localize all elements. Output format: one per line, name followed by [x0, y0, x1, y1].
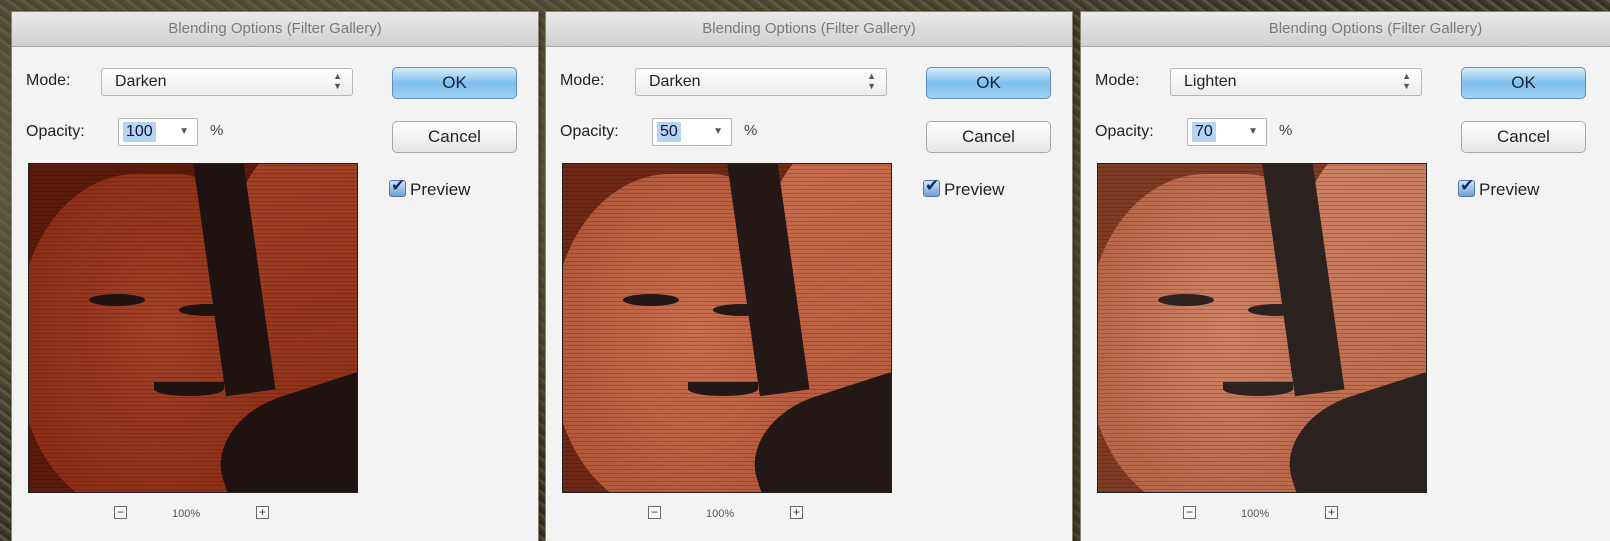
eye: [89, 294, 145, 306]
mode-label: Mode:: [26, 72, 71, 89]
opacity-label: Opacity:: [1095, 123, 1154, 140]
dropdown-arrow-icon[interactable]: ▼: [713, 126, 723, 137]
mouth: [688, 382, 758, 396]
preview-label: Preview: [410, 180, 471, 199]
preview-checkbox[interactable]: Preview: [923, 176, 1005, 200]
mode-select[interactable]: Darken ▲ ▼: [101, 68, 353, 96]
preview-checkbox[interactable]: Preview: [389, 176, 471, 200]
opacity-unit: %: [744, 122, 758, 139]
checkmark-icon: [1458, 176, 1475, 197]
zoom-in-icon[interactable]: +: [790, 506, 803, 519]
dropdown-arrow-icon[interactable]: ▼: [179, 126, 189, 137]
opacity-value: 100: [123, 122, 156, 142]
preview-image: [562, 163, 892, 493]
eye: [1158, 294, 1214, 306]
opacity-label: Opacity:: [26, 123, 85, 140]
mouth: [154, 382, 224, 396]
zoom-in-icon[interactable]: +: [256, 506, 269, 519]
blending-options-dialog-3: Blending Options (Filter Gallery) Mode: …: [1081, 12, 1610, 541]
preview-label: Preview: [1479, 180, 1540, 199]
zoom-out-icon[interactable]: −: [648, 506, 661, 519]
opacity-value: 70: [1192, 122, 1216, 142]
dropdown-arrow-icon[interactable]: ▼: [1248, 126, 1258, 137]
opacity-unit: %: [1279, 122, 1293, 139]
eye: [713, 304, 769, 316]
dialog-title: Blending Options (Filter Gallery): [546, 12, 1072, 47]
opacity-field[interactable]: 100 ▼: [118, 118, 198, 146]
preview-image: [28, 163, 358, 493]
cancel-button[interactable]: Cancel: [1461, 121, 1586, 153]
zoom-level: 100%: [1241, 508, 1270, 520]
mode-value: Darken: [115, 73, 167, 90]
up-down-arrows-icon: ▲ ▼: [867, 71, 876, 91]
preview-image: [1097, 163, 1427, 493]
mode-select[interactable]: Darken ▲ ▼: [635, 68, 887, 96]
preview-checkbox[interactable]: Preview: [1458, 176, 1540, 200]
mode-label: Mode:: [560, 72, 605, 89]
dialog-title: Blending Options (Filter Gallery): [1081, 12, 1610, 47]
mode-value: Lighten: [1184, 73, 1237, 90]
opacity-unit: %: [210, 122, 224, 139]
mode-value: Darken: [649, 73, 701, 90]
blending-options-dialog-1: Blending Options (Filter Gallery) Mode: …: [12, 12, 538, 541]
eye: [1248, 304, 1304, 316]
zoom-out-icon[interactable]: −: [114, 506, 127, 519]
ok-button[interactable]: OK: [926, 67, 1051, 99]
preview-label: Preview: [944, 180, 1005, 199]
opacity-label: Opacity:: [560, 123, 619, 140]
opacity-field[interactable]: 70 ▼: [1187, 118, 1267, 146]
up-down-arrows-icon: ▲ ▼: [1402, 71, 1411, 91]
mode-select[interactable]: Lighten ▲ ▼: [1170, 68, 1422, 96]
opacity-value: 50: [657, 122, 681, 142]
up-down-arrows-icon: ▲ ▼: [333, 71, 342, 91]
cancel-button[interactable]: Cancel: [392, 121, 517, 153]
mouth: [1223, 382, 1293, 396]
opacity-field[interactable]: 50 ▼: [652, 118, 732, 146]
cancel-button[interactable]: Cancel: [926, 121, 1051, 153]
checkmark-icon: [923, 176, 940, 197]
zoom-level: 100%: [172, 508, 201, 520]
dialog-title: Blending Options (Filter Gallery): [12, 12, 538, 47]
eye: [179, 304, 235, 316]
ok-button[interactable]: OK: [1461, 67, 1586, 99]
zoom-out-icon[interactable]: −: [1183, 506, 1196, 519]
checkmark-icon: [389, 176, 406, 197]
eye: [623, 294, 679, 306]
blending-options-dialog-2: Blending Options (Filter Gallery) Mode: …: [546, 12, 1072, 541]
zoom-in-icon[interactable]: +: [1325, 506, 1338, 519]
zoom-level: 100%: [706, 508, 735, 520]
ok-button[interactable]: OK: [392, 67, 517, 99]
mode-label: Mode:: [1095, 72, 1140, 89]
